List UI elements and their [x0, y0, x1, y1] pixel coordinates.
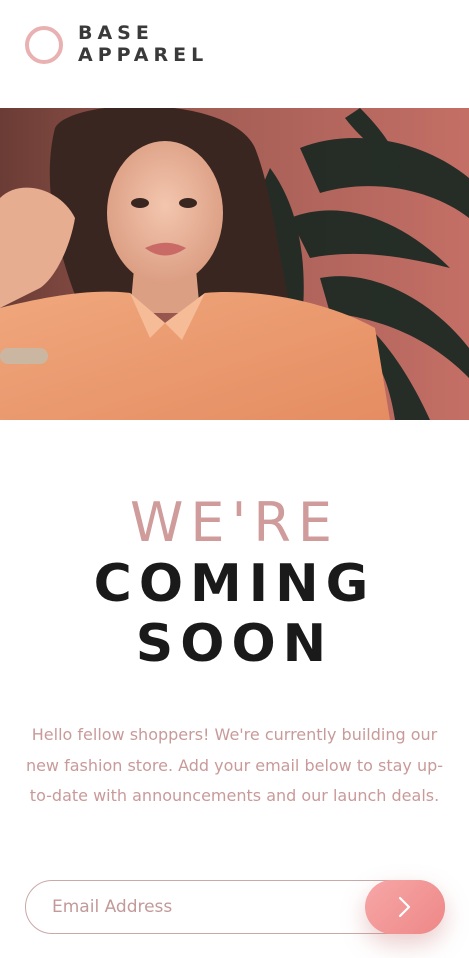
brand-line-2: APPAREL: [78, 44, 209, 66]
headline-light: WE'RE: [130, 491, 339, 554]
site-header: BASE APPAREL: [0, 0, 469, 108]
coming-soon-headline: WE'RE COMING SOON: [0, 491, 469, 675]
email-signup-form: [25, 880, 445, 934]
logo-ring-icon: [25, 26, 63, 64]
intro-text: Hello fellow shoppers! We're currently b…: [25, 725, 444, 805]
brand-logo[interactable]: BASE APPAREL: [78, 22, 208, 66]
submit-button[interactable]: [365, 880, 445, 934]
headline-bold-line-1: COMING: [93, 554, 376, 614]
hero-image: [0, 108, 469, 420]
chevron-right-icon: [398, 896, 411, 918]
hero-photo: [0, 108, 469, 420]
brand-line-1: BASE: [78, 22, 154, 44]
headline-bold-line-2: SOON: [135, 614, 334, 674]
